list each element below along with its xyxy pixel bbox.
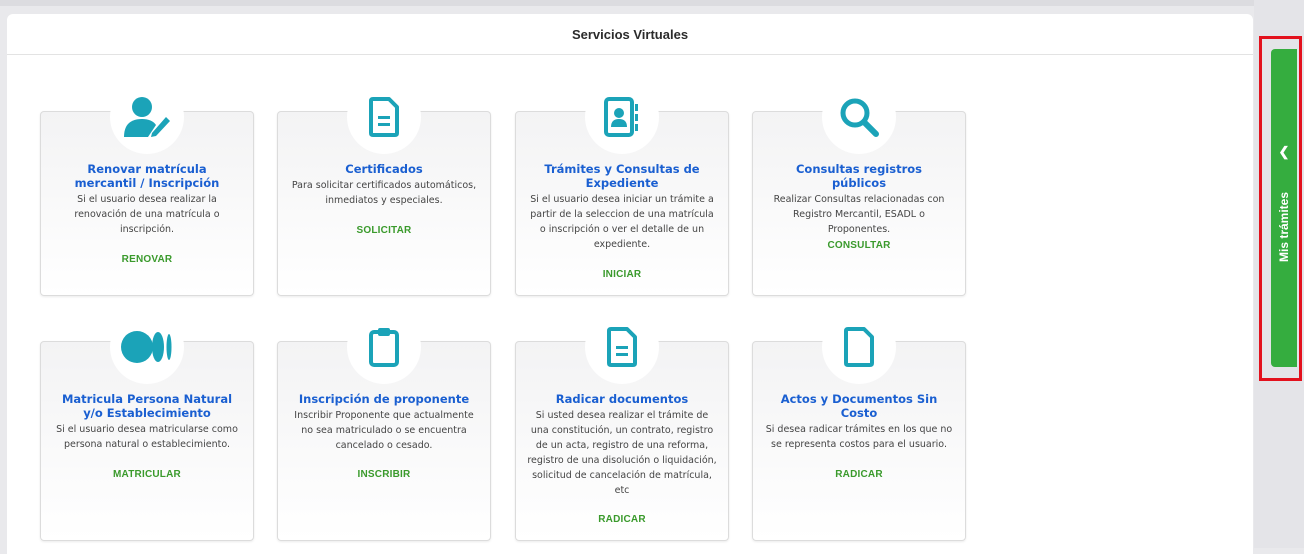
card-description: Si desea radicar trámites en los que no … <box>765 424 953 450</box>
service-card-consultas[interactable]: Consultas registros públicos Realizar Co… <box>752 80 966 296</box>
card-description: Si el usuario desea realizar la renovaci… <box>74 194 220 235</box>
card-title: Consultas registros públicos <box>795 162 922 190</box>
radicar-sin-costo-link[interactable]: RADICAR <box>753 469 965 480</box>
service-card-renovar[interactable]: Renovar matrícula mercantil / Inscripció… <box>40 80 254 296</box>
card-title: Radicar documentos <box>555 392 689 406</box>
service-card-certificados[interactable]: Certificados Para solicitar certificados… <box>277 80 491 296</box>
search-icon <box>822 80 896 154</box>
clipboard-icon <box>347 310 421 384</box>
solicitar-link[interactable]: SOLICITAR <box>278 225 490 236</box>
card-description: Si el usuario desea iniciar un trámite a… <box>530 194 714 250</box>
card-description: Para solicitar certificados automáticos,… <box>291 180 477 206</box>
card-title: Certificados <box>345 162 423 176</box>
card-description: Si usted desea realizar el trámite de un… <box>527 410 717 496</box>
card-description: Realizar Consultas relacionadas con Regi… <box>773 194 945 235</box>
document-icon <box>347 80 421 154</box>
card-title: Renovar matrícula mercantil / Inscripció… <box>74 162 220 190</box>
top-strip <box>0 0 1304 6</box>
service-card-actos-sin-costo[interactable]: Actos y Documentos Sin Costo Si desea ra… <box>752 310 966 541</box>
card-description: Inscribir Proponente que actualmente no … <box>294 410 474 451</box>
user-edit-icon <box>110 80 184 154</box>
iniciar-link[interactable]: INICIAR <box>516 269 728 280</box>
service-card-matricula[interactable]: Matricula Persona Natural y/o Establecim… <box>40 310 254 541</box>
consultar-link[interactable]: CONSULTAR <box>753 240 965 251</box>
blank-file-icon <box>822 310 896 384</box>
service-card-proponente[interactable]: Inscripción de proponente Inscribir Prop… <box>277 310 491 541</box>
service-card-radicar-documentos[interactable]: Radicar documentos Si usted desea realiz… <box>515 310 729 541</box>
highlight-box <box>1259 36 1302 381</box>
document-lines-icon <box>585 310 659 384</box>
circles-icon <box>110 310 184 384</box>
card-title: Inscripción de proponente <box>298 392 470 406</box>
card-title: Trámites y Consultas de Expediente <box>544 162 700 190</box>
card-title: Matricula Persona Natural y/o Establecim… <box>61 392 233 420</box>
inscribir-link[interactable]: INSCRIBIR <box>278 469 490 480</box>
matricular-link[interactable]: MATRICULAR <box>41 469 253 480</box>
card-description: Si el usuario desea matricularse como pe… <box>56 424 238 450</box>
page-title: Servicios Virtuales <box>7 14 1253 55</box>
service-card-expediente[interactable]: Trámites y Consultas de Expediente Si el… <box>515 80 729 296</box>
card-title: Actos y Documentos Sin Costo <box>780 392 938 420</box>
radicar-link[interactable]: RADICAR <box>516 514 728 525</box>
services-panel: Servicios Virtuales Renovar matrícula me… <box>7 14 1253 554</box>
renovar-link[interactable]: RENOVAR <box>41 254 253 265</box>
address-book-icon <box>585 80 659 154</box>
